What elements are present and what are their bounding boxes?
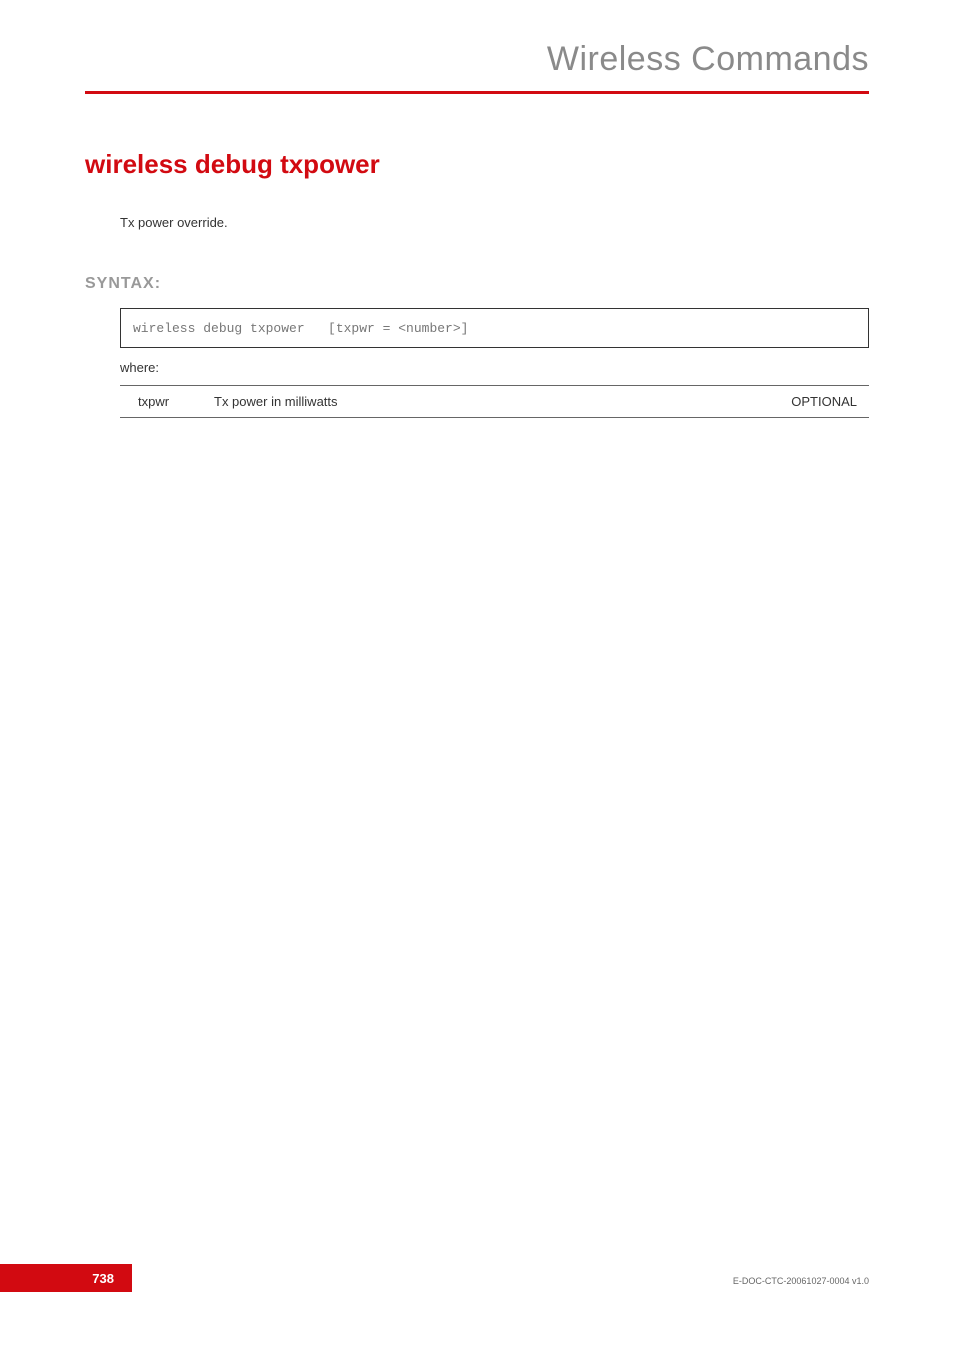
where-label: where: (120, 360, 869, 375)
command-title: wireless debug txpower (85, 149, 869, 180)
table-row: txpwr Tx power in milliwatts OPTIONAL (120, 386, 869, 418)
document-id: E-DOC-CTC-20061027-0004 v1.0 (733, 1276, 869, 1286)
header-divider (85, 91, 869, 94)
params-table: txpwr Tx power in milliwatts OPTIONAL (120, 385, 869, 418)
chapter-title: Wireless Commands (0, 40, 954, 79)
page-number-block: 738 (0, 1264, 132, 1292)
command-description: Tx power override. (120, 215, 869, 230)
param-description: Tx power in milliwatts (210, 386, 749, 418)
page-footer: 738 E-DOC-CTC-20061027-0004 v1.0 (0, 1264, 954, 1292)
syntax-label: SYNTAX: (85, 275, 869, 293)
syntax-box: wireless debug txpower [txpwr = <number>… (120, 308, 869, 348)
page-number: 738 (92, 1271, 114, 1286)
param-name: txpwr (120, 386, 210, 418)
syntax-code: wireless debug txpower [txpwr = <number>… (133, 321, 468, 336)
param-optional: OPTIONAL (749, 386, 869, 418)
